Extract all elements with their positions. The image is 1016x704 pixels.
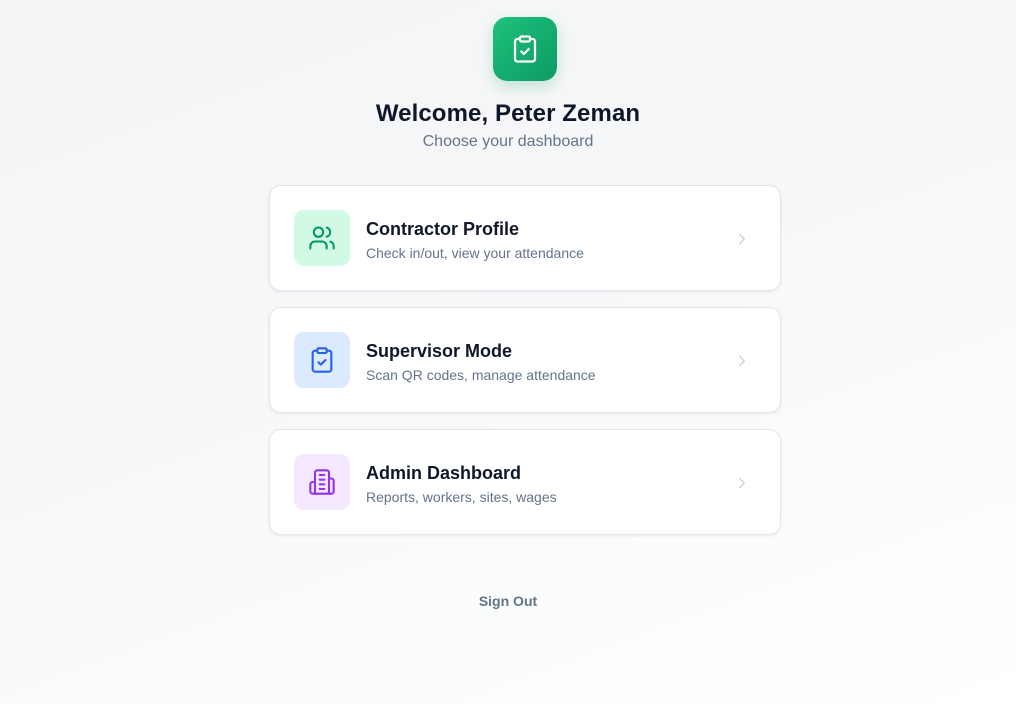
card-description: Check in/out, view your attendance: [366, 245, 584, 261]
card-title: Supervisor Mode: [366, 341, 513, 361]
chevron-right-icon: [732, 351, 752, 371]
supervisor-mode-card[interactable]: Supervisor Mode Scan QR codes, manage at…: [269, 307, 781, 413]
card-title: Admin Dashboard: [366, 463, 522, 483]
card-description: Scan QR codes, manage attendance: [366, 367, 596, 383]
admin-icon-tile: [294, 454, 350, 510]
supervisor-icon-tile: [294, 332, 350, 388]
app-logo: [493, 17, 557, 81]
chevron-right-icon: [732, 473, 752, 493]
page-title: Welcome, Peter Zeman: [375, 100, 641, 127]
admin-dashboard-card[interactable]: Admin Dashboard Reports, workers, sites,…: [269, 429, 781, 535]
clipboard-check-icon: [513, 35, 537, 63]
card-title: Contractor Profile: [366, 219, 520, 239]
chevron-right-icon: [732, 229, 752, 249]
page-subtitle: Choose your dashboard: [422, 133, 594, 150]
contractor-icon-tile: [294, 210, 350, 266]
contractor-profile-card[interactable]: Contractor Profile Check in/out, view yo…: [269, 185, 781, 291]
users-icon: [309, 226, 335, 250]
card-description: Reports, workers, sites, wages: [366, 489, 557, 505]
clipboard-check-icon: [311, 347, 333, 373]
sign-out-button[interactable]: Sign Out: [0, 593, 1016, 609]
building-icon: [309, 469, 335, 495]
